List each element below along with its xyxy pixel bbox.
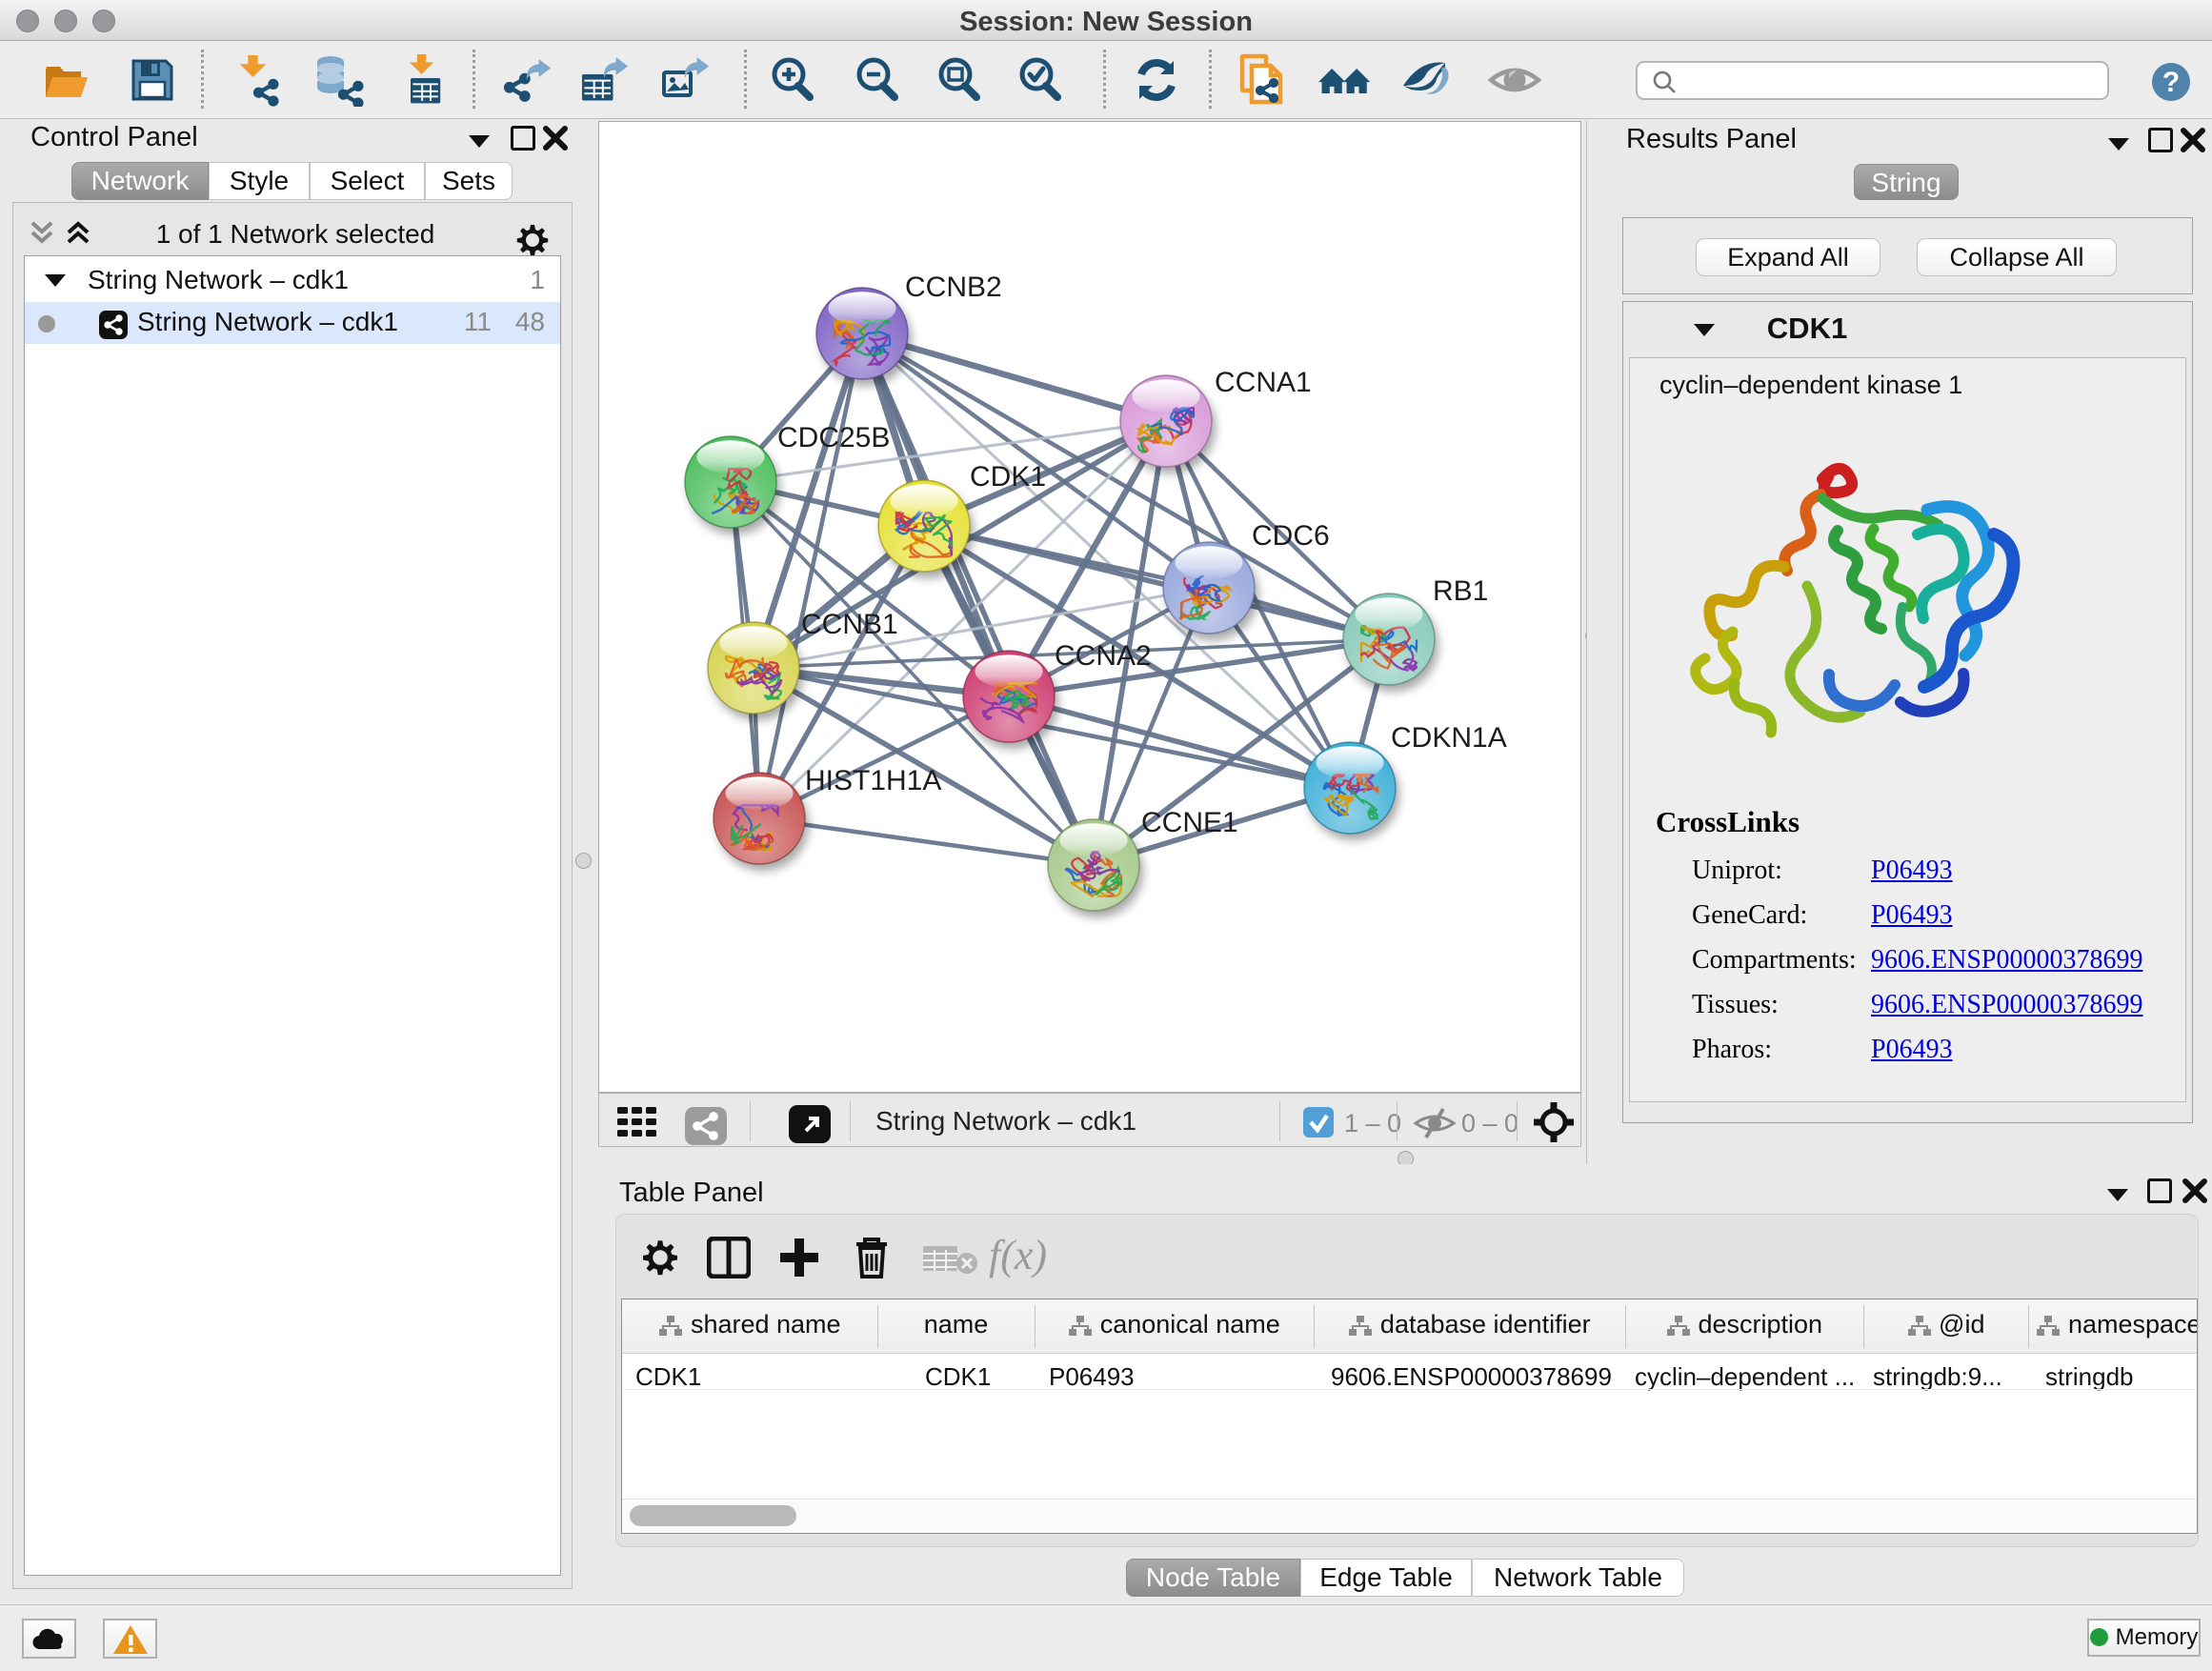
svg-text:CDKN1A: CDKN1A (1391, 722, 1507, 754)
svg-text:?: ? (2162, 67, 2180, 98)
svg-text:RB1: RB1 (1433, 575, 1488, 607)
svg-text:CCNB2: CCNB2 (905, 272, 1002, 303)
svg-text:CDK1: CDK1 (970, 461, 1046, 493)
svg-text:CDC6: CDC6 (1252, 520, 1330, 552)
svg-text:CCNE1: CCNE1 (1141, 807, 1238, 838)
svg-text:CDC25B: CDC25B (777, 422, 890, 453)
svg-text:CCNB1: CCNB1 (801, 609, 898, 640)
svg-text:HIST1H1A: HIST1H1A (805, 765, 941, 796)
svg-text:CCNA2: CCNA2 (1055, 640, 1152, 672)
svg-text:CCNA1: CCNA1 (1215, 367, 1312, 398)
